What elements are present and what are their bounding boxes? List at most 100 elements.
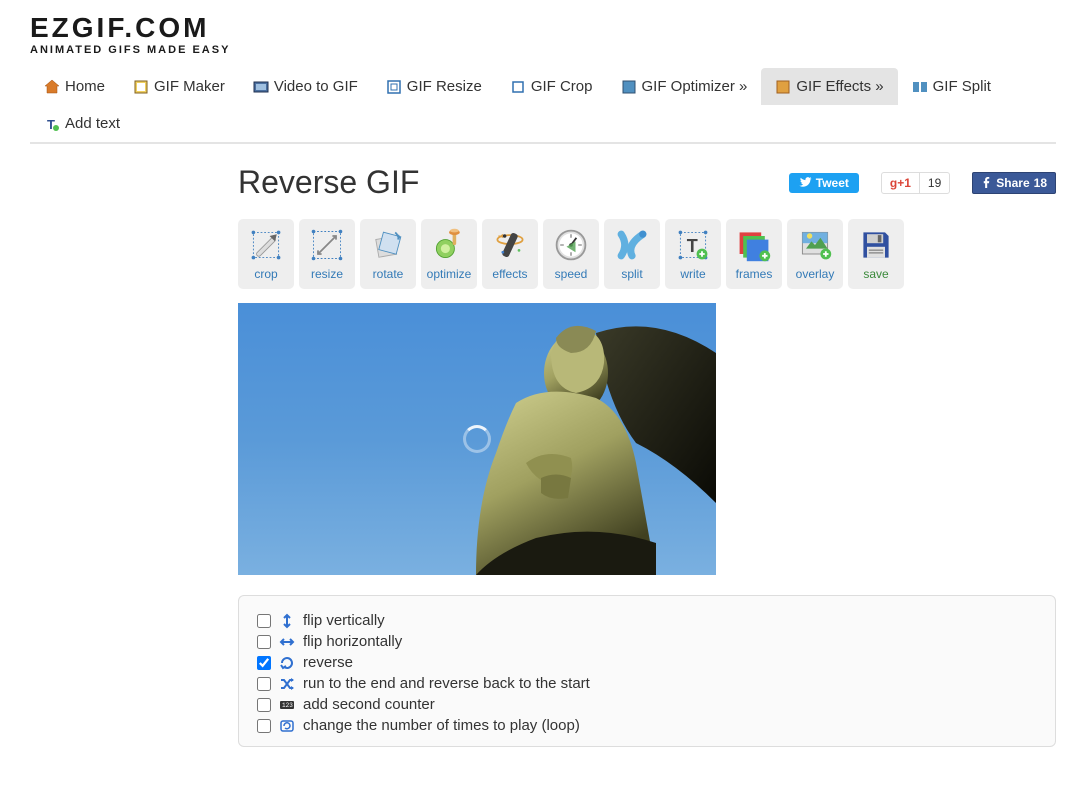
nav-label: GIF Resize xyxy=(407,78,482,95)
option-run-and-reverse: run to the end and reverse back to the s… xyxy=(257,673,1037,694)
option-label: change the number of times to play (loop… xyxy=(303,717,580,734)
checkbox-flip-vertically[interactable] xyxy=(257,614,271,628)
tool-buttons: crop resize rotate optimize effects spee… xyxy=(238,219,1056,289)
option-flip-vertically: flip vertically xyxy=(257,610,1037,631)
nav-label: Home xyxy=(65,78,105,95)
video-icon xyxy=(253,79,269,95)
speed-button[interactable]: speed xyxy=(543,219,599,289)
nav-label: GIF Optimizer » xyxy=(642,78,748,95)
counter-icon: 123 xyxy=(279,697,295,713)
logo-area: EZGIF.COM ANIMATED GIFS MADE EASY xyxy=(30,0,1056,60)
logo-title: EZGIF.COM xyxy=(30,12,1056,44)
logo-subtitle: ANIMATED GIFS MADE EASY xyxy=(30,44,1056,56)
tool-label: optimize xyxy=(427,267,472,281)
effects-nav-icon xyxy=(775,79,791,95)
crop-button[interactable]: crop xyxy=(238,219,294,289)
shuffle-icon xyxy=(279,676,295,692)
nav-gif-resize[interactable]: GIF Resize xyxy=(372,68,496,105)
tool-label: overlay xyxy=(796,267,835,281)
overlay-button[interactable]: overlay xyxy=(787,219,843,289)
crop-icon xyxy=(248,227,284,263)
nav-gif-effects[interactable]: GIF Effects » xyxy=(761,68,897,105)
fb-share-button[interactable]: Share 18 xyxy=(972,172,1056,194)
nav-label: Video to GIF xyxy=(274,78,358,95)
speed-icon xyxy=(553,227,589,263)
checkbox-loop-count[interactable] xyxy=(257,719,271,733)
facebook-icon xyxy=(981,177,992,188)
tool-label: split xyxy=(621,267,642,281)
nav-label: Add text xyxy=(65,115,120,132)
option-flip-horizontally: flip horizontally xyxy=(257,631,1037,652)
write-button[interactable]: T write xyxy=(665,219,721,289)
tool-label: frames xyxy=(736,267,773,281)
nav-add-text[interactable]: T Add text xyxy=(30,105,134,142)
nav-label: GIF Maker xyxy=(154,78,225,95)
page-title: Reverse GIF xyxy=(238,164,419,201)
preview-image xyxy=(396,303,716,575)
gif-preview xyxy=(238,303,716,575)
optimize-nav-icon xyxy=(621,79,637,95)
tool-label: crop xyxy=(254,267,277,281)
nav-gif-crop[interactable]: GIF Crop xyxy=(496,68,607,105)
tool-label: speed xyxy=(555,267,588,281)
nav-gif-optimizer[interactable]: GIF Optimizer » xyxy=(607,68,762,105)
nav-gif-maker[interactable]: GIF Maker xyxy=(119,68,239,105)
resize-button[interactable]: resize xyxy=(299,219,355,289)
rotate-button[interactable]: rotate xyxy=(360,219,416,289)
gplus-button[interactable]: g+1 19 xyxy=(881,172,950,194)
split-button[interactable]: split xyxy=(604,219,660,289)
checkbox-run-and-reverse[interactable] xyxy=(257,677,271,691)
effects-icon xyxy=(492,227,528,263)
reverse-icon xyxy=(279,655,295,671)
frames-icon xyxy=(736,227,772,263)
nav-home[interactable]: Home xyxy=(30,68,119,105)
save-icon xyxy=(858,227,894,263)
options-panel: flip vertically flip horizontally revers… xyxy=(238,595,1056,747)
fb-count: 18 xyxy=(1034,176,1047,190)
tweet-label: Tweet xyxy=(816,176,849,190)
checkbox-reverse[interactable] xyxy=(257,656,271,670)
svg-text:T: T xyxy=(687,236,698,256)
home-icon xyxy=(44,79,60,95)
frames-button[interactable]: frames xyxy=(726,219,782,289)
option-label: flip vertically xyxy=(303,612,385,629)
overlay-icon xyxy=(797,227,833,263)
twitter-icon xyxy=(799,177,812,188)
fb-label: Share xyxy=(996,176,1029,190)
tool-label: effects xyxy=(492,267,527,281)
option-reverse: reverse xyxy=(257,652,1037,673)
svg-text:123: 123 xyxy=(282,702,293,709)
split-icon xyxy=(614,227,650,263)
resize-icon xyxy=(309,227,345,263)
resize-icon xyxy=(386,79,402,95)
save-button[interactable]: save xyxy=(848,219,904,289)
nav-video-to-gif[interactable]: Video to GIF xyxy=(239,68,372,105)
tool-label: resize xyxy=(311,267,343,281)
nav-gif-split[interactable]: GIF Split xyxy=(898,68,1005,105)
nav-label: GIF Effects » xyxy=(796,78,883,95)
option-label: add second counter xyxy=(303,696,435,713)
social-buttons: Tweet g+1 19 Share 18 xyxy=(789,172,1056,194)
flip-horizontal-icon xyxy=(279,634,295,650)
tool-label: rotate xyxy=(373,267,404,281)
tweet-button[interactable]: Tweet xyxy=(789,173,859,193)
optimize-icon xyxy=(431,227,467,263)
text-icon: T xyxy=(44,116,60,132)
tool-label: save xyxy=(863,267,888,281)
optimize-button[interactable]: optimize xyxy=(421,219,477,289)
nav-label: GIF Split xyxy=(933,78,991,95)
rotate-icon xyxy=(370,227,406,263)
option-label: run to the end and reverse back to the s… xyxy=(303,675,590,692)
loading-spinner-icon xyxy=(463,425,491,453)
effects-button[interactable]: effects xyxy=(482,219,538,289)
checkbox-flip-horizontally[interactable] xyxy=(257,635,271,649)
checkbox-second-counter[interactable] xyxy=(257,698,271,712)
loop-icon xyxy=(279,718,295,734)
split-nav-icon xyxy=(912,79,928,95)
option-loop-count: change the number of times to play (loop… xyxy=(257,715,1037,736)
option-second-counter: 123 add second counter xyxy=(257,694,1037,715)
gplus-count: 19 xyxy=(920,176,949,190)
crop-icon xyxy=(510,79,526,95)
option-label: flip horizontally xyxy=(303,633,402,650)
tool-label: write xyxy=(680,267,705,281)
